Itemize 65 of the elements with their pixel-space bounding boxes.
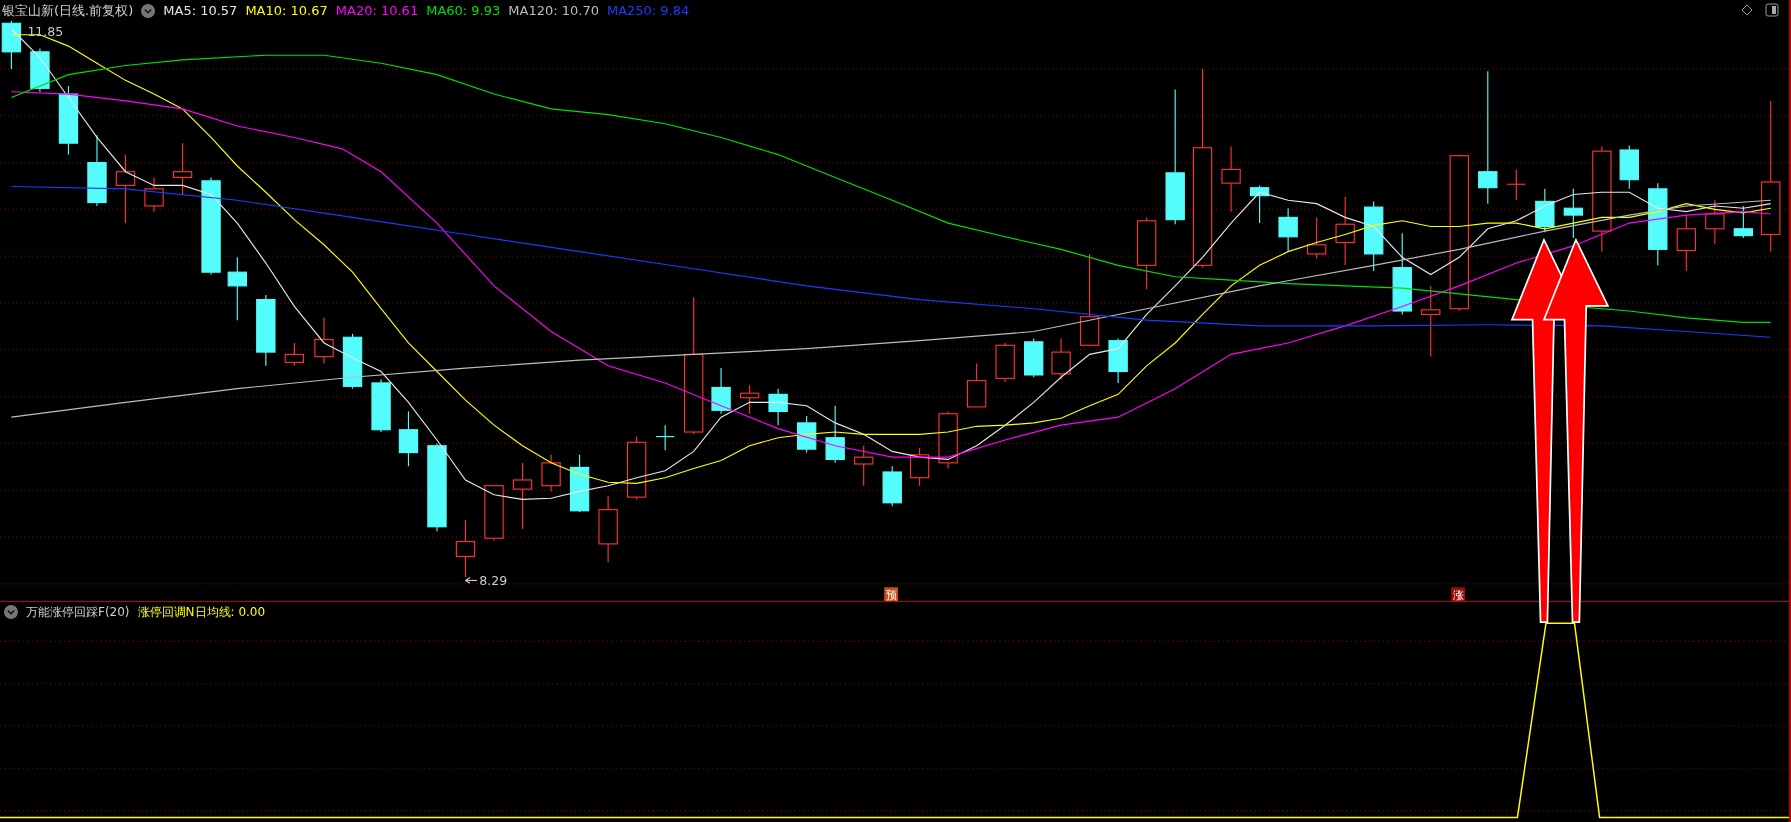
candlestick bbox=[1619, 144, 1639, 190]
candlestick bbox=[711, 367, 731, 415]
candlestick bbox=[1563, 188, 1584, 239]
pointer-arrow bbox=[464, 577, 478, 584]
candlestick bbox=[30, 47, 50, 93]
dropdown-icon[interactable] bbox=[141, 3, 156, 18]
candlestick bbox=[1733, 205, 1754, 239]
candlestick bbox=[1108, 337, 1128, 384]
panel-toggle-icon[interactable] bbox=[1765, 3, 1779, 17]
candlestick bbox=[455, 519, 476, 578]
candlestick bbox=[1335, 196, 1355, 266]
candlestick bbox=[1676, 214, 1696, 272]
candlestick bbox=[284, 342, 305, 367]
candlestick bbox=[1051, 337, 1071, 381]
candlestick bbox=[995, 342, 1015, 383]
candlestick bbox=[314, 317, 334, 365]
ma-label: MA250: 9.84 bbox=[606, 1, 690, 20]
indicator-name: 万能涨停回踩F(20) bbox=[26, 604, 130, 621]
ma-label: MA5: 10.57 bbox=[163, 1, 238, 20]
candlestick bbox=[739, 384, 760, 415]
candlestick bbox=[854, 445, 874, 487]
candlestick bbox=[1506, 168, 1526, 201]
ma-label: MA10: 10.67 bbox=[245, 1, 328, 20]
indicator-value: 涨停回调N日均线: 0.00 bbox=[137, 604, 266, 621]
candlestick bbox=[1705, 199, 1725, 245]
candlestick bbox=[569, 454, 590, 513]
candlestick bbox=[768, 388, 788, 426]
candlestick bbox=[825, 405, 845, 464]
dropdown-icon[interactable] bbox=[4, 605, 18, 619]
candlestick bbox=[1535, 188, 1555, 233]
candlestick bbox=[966, 362, 987, 408]
ma-label: MA120: 10.70 bbox=[508, 1, 599, 20]
max-price-label: 11.85 bbox=[27, 23, 64, 39]
candlestick bbox=[882, 465, 902, 507]
candlestick bbox=[938, 410, 958, 470]
candlestick bbox=[1278, 207, 1298, 253]
candlestick bbox=[1, 21, 22, 70]
min-price-label: 8.29 bbox=[479, 573, 508, 588]
candlestick bbox=[1221, 146, 1241, 213]
candlestick bbox=[796, 415, 817, 454]
signal-marker: 涨 bbox=[1451, 587, 1465, 601]
candlestick bbox=[1306, 216, 1327, 260]
ma-label: MA60: 9.93 bbox=[426, 1, 501, 20]
chart-title: 银宝山新(日线.前复权) bbox=[2, 1, 134, 20]
candlestick bbox=[626, 436, 647, 500]
candlestick bbox=[484, 483, 504, 542]
candlestick bbox=[512, 462, 533, 530]
candlestick bbox=[144, 176, 164, 213]
candlestick bbox=[227, 256, 247, 321]
candlestick bbox=[115, 154, 136, 224]
candlestick bbox=[1364, 200, 1384, 272]
candlestick bbox=[541, 454, 561, 492]
candlestick bbox=[172, 142, 193, 196]
candlestick bbox=[655, 424, 675, 451]
candlestick bbox=[1024, 337, 1044, 378]
ma-label: MA20: 10.61 bbox=[335, 1, 419, 20]
candlestick bbox=[1249, 184, 1270, 224]
candlestick bbox=[909, 447, 930, 487]
candlestick bbox=[342, 333, 363, 390]
candlestick bbox=[58, 85, 79, 156]
candlestick bbox=[371, 378, 391, 433]
signal-marker: 预 bbox=[884, 587, 898, 601]
diamond-icon[interactable] bbox=[1741, 4, 1753, 16]
candlestick bbox=[398, 410, 419, 467]
candlestick bbox=[598, 495, 618, 563]
